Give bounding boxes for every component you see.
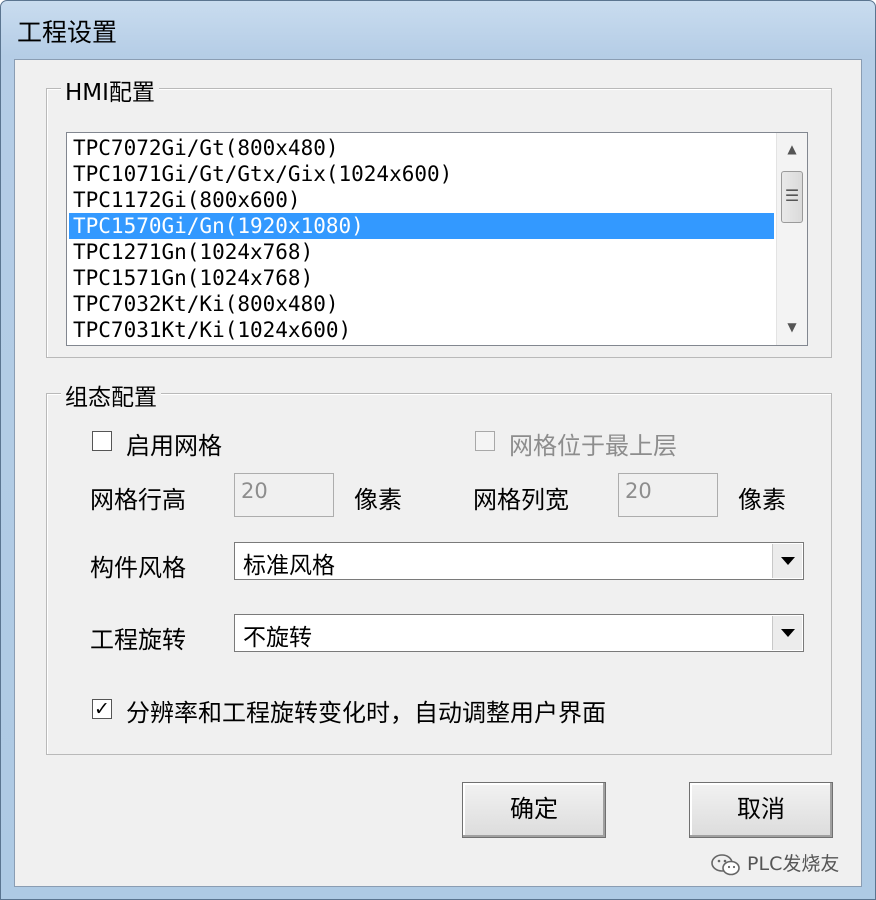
list-item[interactable]: TPC7031Kt/Ki(1024x600) — [69, 317, 774, 343]
watermark: PLC发烧友 — [711, 849, 839, 876]
auto-adjust-label[interactable]: 分辨率和工程旋转变化时，自动调整用户界面 — [126, 693, 606, 728]
list-item[interactable]: TPC1071Gi/Gt/Gtx/Gix(1024x600) — [69, 161, 774, 187]
dialog-client-area: HMI配置 TPC7072Gi/Gt(800x480) TPC1071Gi/Gt… — [14, 59, 862, 887]
list-item-selected[interactable]: TPC1570Gi/Gn(1920x1080) — [69, 213, 774, 239]
grid-row-height-unit: 像素 — [354, 486, 402, 514]
ok-button[interactable]: 确定 — [462, 782, 606, 838]
window-title: 工程设置 — [17, 18, 118, 47]
project-rotation-value: 不旋转 — [243, 625, 312, 651]
list-item[interactable]: TPC7032Kt/Ki(800x480) — [69, 291, 774, 317]
scroll-up-arrow-icon[interactable]: ▲ — [777, 137, 807, 161]
scrollbar-thumb[interactable]: ☰ — [781, 171, 803, 223]
hmi-config-group: HMI配置 TPC7072Gi/Gt(800x480) TPC1071Gi/Gt… — [46, 73, 832, 358]
grid-col-width-label: 网格列宽 — [473, 486, 569, 514]
enable-grid-checkbox[interactable] — [92, 431, 112, 451]
grid-on-top-checkbox[interactable] — [475, 431, 495, 451]
list-item[interactable]: TPC1271Gn(1024x768) — [69, 239, 774, 265]
auto-adjust-checkbox[interactable]: ✓ — [92, 699, 112, 719]
component-style-value: 标准风格 — [243, 553, 335, 579]
grid-col-width-input[interactable]: 20 — [618, 473, 718, 517]
grid-row-height-label: 网格行高 — [90, 486, 186, 514]
list-item[interactable]: TPC7072Gi/Gt(800x480) — [69, 135, 774, 161]
project-rotation-select[interactable]: 不旋转 — [234, 614, 804, 652]
grid-col-width-unit: 像素 — [738, 486, 786, 514]
component-style-select[interactable]: 标准风格 — [234, 542, 804, 580]
chevron-down-icon[interactable] — [772, 616, 802, 650]
title-bar[interactable]: 工程设置 — [1, 1, 875, 57]
grid-row-height-input[interactable]: 20 — [234, 473, 334, 517]
watermark-text: PLC发烧友 — [747, 853, 840, 875]
list-item[interactable]: TPC1172Gi(800x600) — [69, 187, 774, 213]
chevron-down-icon[interactable] — [772, 544, 802, 578]
hmi-config-group-title: HMI配置 — [61, 73, 159, 107]
scroll-down-arrow-icon[interactable]: ▼ — [777, 315, 807, 339]
config-group: 组态配置 启用网格 网格位于最上层 网格行高 20 像素 网格列宽 20 像素 … — [46, 378, 832, 755]
component-style-label: 构件风格 — [90, 554, 186, 582]
listbox-scrollbar[interactable]: ▲ ☰ ▼ — [776, 133, 807, 345]
wechat-icon — [711, 853, 741, 876]
enable-grid-label[interactable]: 启用网格 — [126, 426, 222, 461]
project-rotation-label: 工程旋转 — [90, 626, 186, 654]
project-settings-window: 工程设置 HMI配置 TPC7072Gi/Gt(800x480) TPC1071… — [0, 0, 876, 900]
hmi-model-listbox[interactable]: TPC7072Gi/Gt(800x480) TPC1071Gi/Gt/Gtx/G… — [66, 132, 808, 346]
list-item[interactable]: TPC1571Gn(1024x768) — [69, 265, 774, 291]
config-group-title: 组态配置 — [61, 378, 161, 412]
cancel-button[interactable]: 取消 — [689, 782, 833, 838]
grid-on-top-label: 网格位于最上层 — [509, 432, 677, 460]
